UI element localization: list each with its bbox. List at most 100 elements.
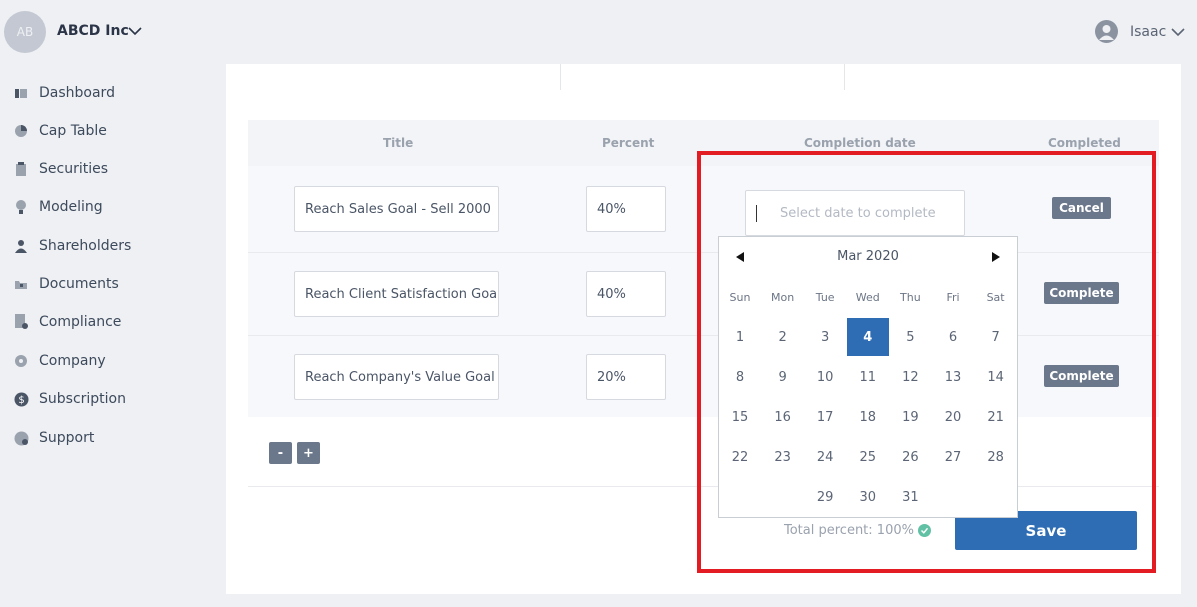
dollar-icon: $ bbox=[12, 390, 30, 408]
add-row-button[interactable]: + bbox=[297, 442, 320, 464]
clipboard-icon bbox=[12, 160, 30, 178]
weekday-label: Wed bbox=[855, 291, 880, 304]
divider bbox=[560, 64, 561, 90]
check-circle-icon bbox=[917, 524, 931, 537]
calendar-day[interactable]: 20 bbox=[932, 398, 974, 436]
divider bbox=[248, 486, 1159, 487]
date-picker-calendar: Mar 2020 Sun Mon Tue Wed Thu Fri Sat 1 2 3 4 5 6 7 8 9 1… bbox=[718, 236, 1018, 518]
sidebar-item-securities[interactable]: Securities bbox=[12, 157, 108, 181]
milestone-percent-input[interactable]: 40% bbox=[586, 186, 666, 232]
sidebar-item-subscription[interactable]: $ Subscription bbox=[12, 387, 126, 411]
milestone-title-input[interactable]: Reach Company's Value Goal bbox=[294, 354, 499, 400]
calendar-day[interactable]: 28 bbox=[975, 438, 1017, 476]
sidebar-item-label: Support bbox=[39, 430, 95, 446]
sidebar-item-label: Securities bbox=[39, 161, 109, 177]
document-check-icon bbox=[12, 313, 30, 331]
calendar-day[interactable]: 23 bbox=[762, 438, 804, 476]
milestones-card: Title Percent Completion date Completed … bbox=[226, 64, 1181, 594]
completion-date-input[interactable]: Select date to complete bbox=[745, 190, 965, 236]
calendar-day[interactable]: 15 bbox=[719, 398, 761, 436]
calendar-day[interactable]: 13 bbox=[932, 358, 974, 396]
calendar-day[interactable]: 6 bbox=[932, 318, 974, 356]
weekday-label: Thu bbox=[900, 291, 921, 304]
sidebar-item-shareholders[interactable]: Shareholders bbox=[12, 234, 131, 258]
column-header-completion-date: Completion date bbox=[804, 136, 916, 150]
calendar-day[interactable]: 11 bbox=[847, 358, 889, 396]
date-placeholder: Select date to complete bbox=[780, 205, 936, 221]
calendar-day[interactable]: 27 bbox=[932, 438, 974, 476]
sidebar-item-label: Shareholders bbox=[39, 238, 132, 254]
text-cursor bbox=[756, 205, 757, 222]
folder-icon bbox=[12, 275, 30, 293]
calendar-day[interactable]: 9 bbox=[762, 358, 804, 396]
sidebar-item-documents[interactable]: Documents bbox=[12, 272, 119, 296]
weekday-label: Fri bbox=[946, 291, 960, 304]
milestone-title-input[interactable]: Reach Client Satisfaction Goal bbox=[294, 271, 499, 317]
chevron-down-icon[interactable] bbox=[1170, 25, 1186, 39]
calendar-day[interactable]: 1 bbox=[719, 318, 761, 356]
building-icon bbox=[12, 352, 30, 370]
calendar-day[interactable]: 21 bbox=[975, 398, 1017, 436]
calendar-day-selected[interactable]: 4 bbox=[846, 318, 889, 356]
milestone-percent-input[interactable]: 20% bbox=[586, 354, 666, 400]
column-header-percent: Percent bbox=[602, 136, 655, 150]
next-month-icon[interactable] bbox=[989, 250, 1003, 264]
remove-row-button[interactable]: - bbox=[269, 442, 292, 464]
weekday-label: Sat bbox=[986, 291, 1005, 304]
calendar-day[interactable]: 26 bbox=[889, 438, 931, 476]
calendar-day[interactable]: 14 bbox=[975, 358, 1017, 396]
calendar-day[interactable]: 2 bbox=[762, 318, 804, 356]
weekday-label: Mon bbox=[770, 291, 795, 304]
column-header-title: Title bbox=[383, 136, 414, 150]
calendar-day[interactable]: 16 bbox=[762, 398, 804, 436]
weekday-label: Tue bbox=[815, 291, 835, 304]
total-percent: Total percent: 100% bbox=[784, 523, 931, 538]
complete-button[interactable]: Complete bbox=[1044, 282, 1119, 304]
calendar-day[interactable]: 25 bbox=[847, 438, 889, 476]
sidebar-item-company[interactable]: Company bbox=[12, 349, 106, 373]
sidebar-item-label: Company bbox=[39, 353, 106, 369]
calendar-day[interactable]: 3 bbox=[804, 318, 846, 356]
calendar-day[interactable]: 22 bbox=[719, 438, 761, 476]
divider bbox=[844, 64, 845, 90]
user-name[interactable]: Isaac bbox=[1130, 24, 1166, 40]
complete-button[interactable]: Complete bbox=[1044, 365, 1119, 387]
person-icon bbox=[12, 237, 30, 255]
sidebar-item-label: Cap Table bbox=[39, 123, 107, 139]
milestone-title-input[interactable]: Reach Sales Goal - Sell 2000 bbox=[294, 186, 499, 232]
calendar-day[interactable]: 29 bbox=[804, 478, 846, 516]
calendar-day[interactable]: 31 bbox=[889, 478, 931, 516]
chevron-down-icon[interactable] bbox=[127, 24, 143, 38]
user-avatar-icon[interactable] bbox=[1095, 20, 1118, 43]
dashboard-icon bbox=[12, 84, 30, 102]
milestone-percent-input[interactable]: 40% bbox=[586, 271, 666, 317]
total-percent-text: Total percent: 100% bbox=[784, 523, 914, 538]
lightbulb-icon bbox=[12, 198, 30, 216]
cancel-button[interactable]: Cancel bbox=[1052, 197, 1111, 219]
org-avatar[interactable]: AB bbox=[4, 11, 46, 53]
sidebar-item-label: Modeling bbox=[39, 199, 103, 215]
sidebar-item-label: Compliance bbox=[39, 314, 122, 330]
calendar-day[interactable]: 5 bbox=[889, 318, 931, 356]
sidebar-item-support[interactable]: Support bbox=[12, 426, 94, 450]
calendar-day[interactable]: 19 bbox=[889, 398, 931, 436]
sidebar-item-modeling[interactable]: Modeling bbox=[12, 195, 103, 219]
top-bar: AB ABCD Inc Isaac bbox=[0, 0, 1197, 64]
calendar-day[interactable]: 18 bbox=[847, 398, 889, 436]
calendar-day[interactable]: 7 bbox=[975, 318, 1017, 356]
calendar-day[interactable]: 17 bbox=[804, 398, 846, 436]
sidebar-item-cap-table[interactable]: Cap Table bbox=[12, 119, 107, 143]
calendar-day[interactable]: 30 bbox=[847, 478, 889, 516]
sidebar-item-label: Subscription bbox=[39, 391, 126, 407]
calendar-day[interactable]: 8 bbox=[719, 358, 761, 396]
calendar-day[interactable]: 24 bbox=[804, 438, 846, 476]
calendar-day[interactable]: 12 bbox=[889, 358, 931, 396]
calendar-month-title: Mar 2020 bbox=[837, 249, 899, 264]
sidebar-item-dashboard[interactable]: Dashboard bbox=[12, 81, 115, 105]
calendar-day[interactable]: 10 bbox=[804, 358, 846, 396]
column-header-completed: Completed bbox=[1048, 136, 1121, 150]
org-name[interactable]: ABCD Inc bbox=[57, 23, 129, 39]
sidebar-item-compliance[interactable]: Compliance bbox=[12, 310, 121, 334]
weekday-label: Sun bbox=[729, 291, 751, 304]
sidebar-item-label: Dashboard bbox=[39, 85, 115, 101]
